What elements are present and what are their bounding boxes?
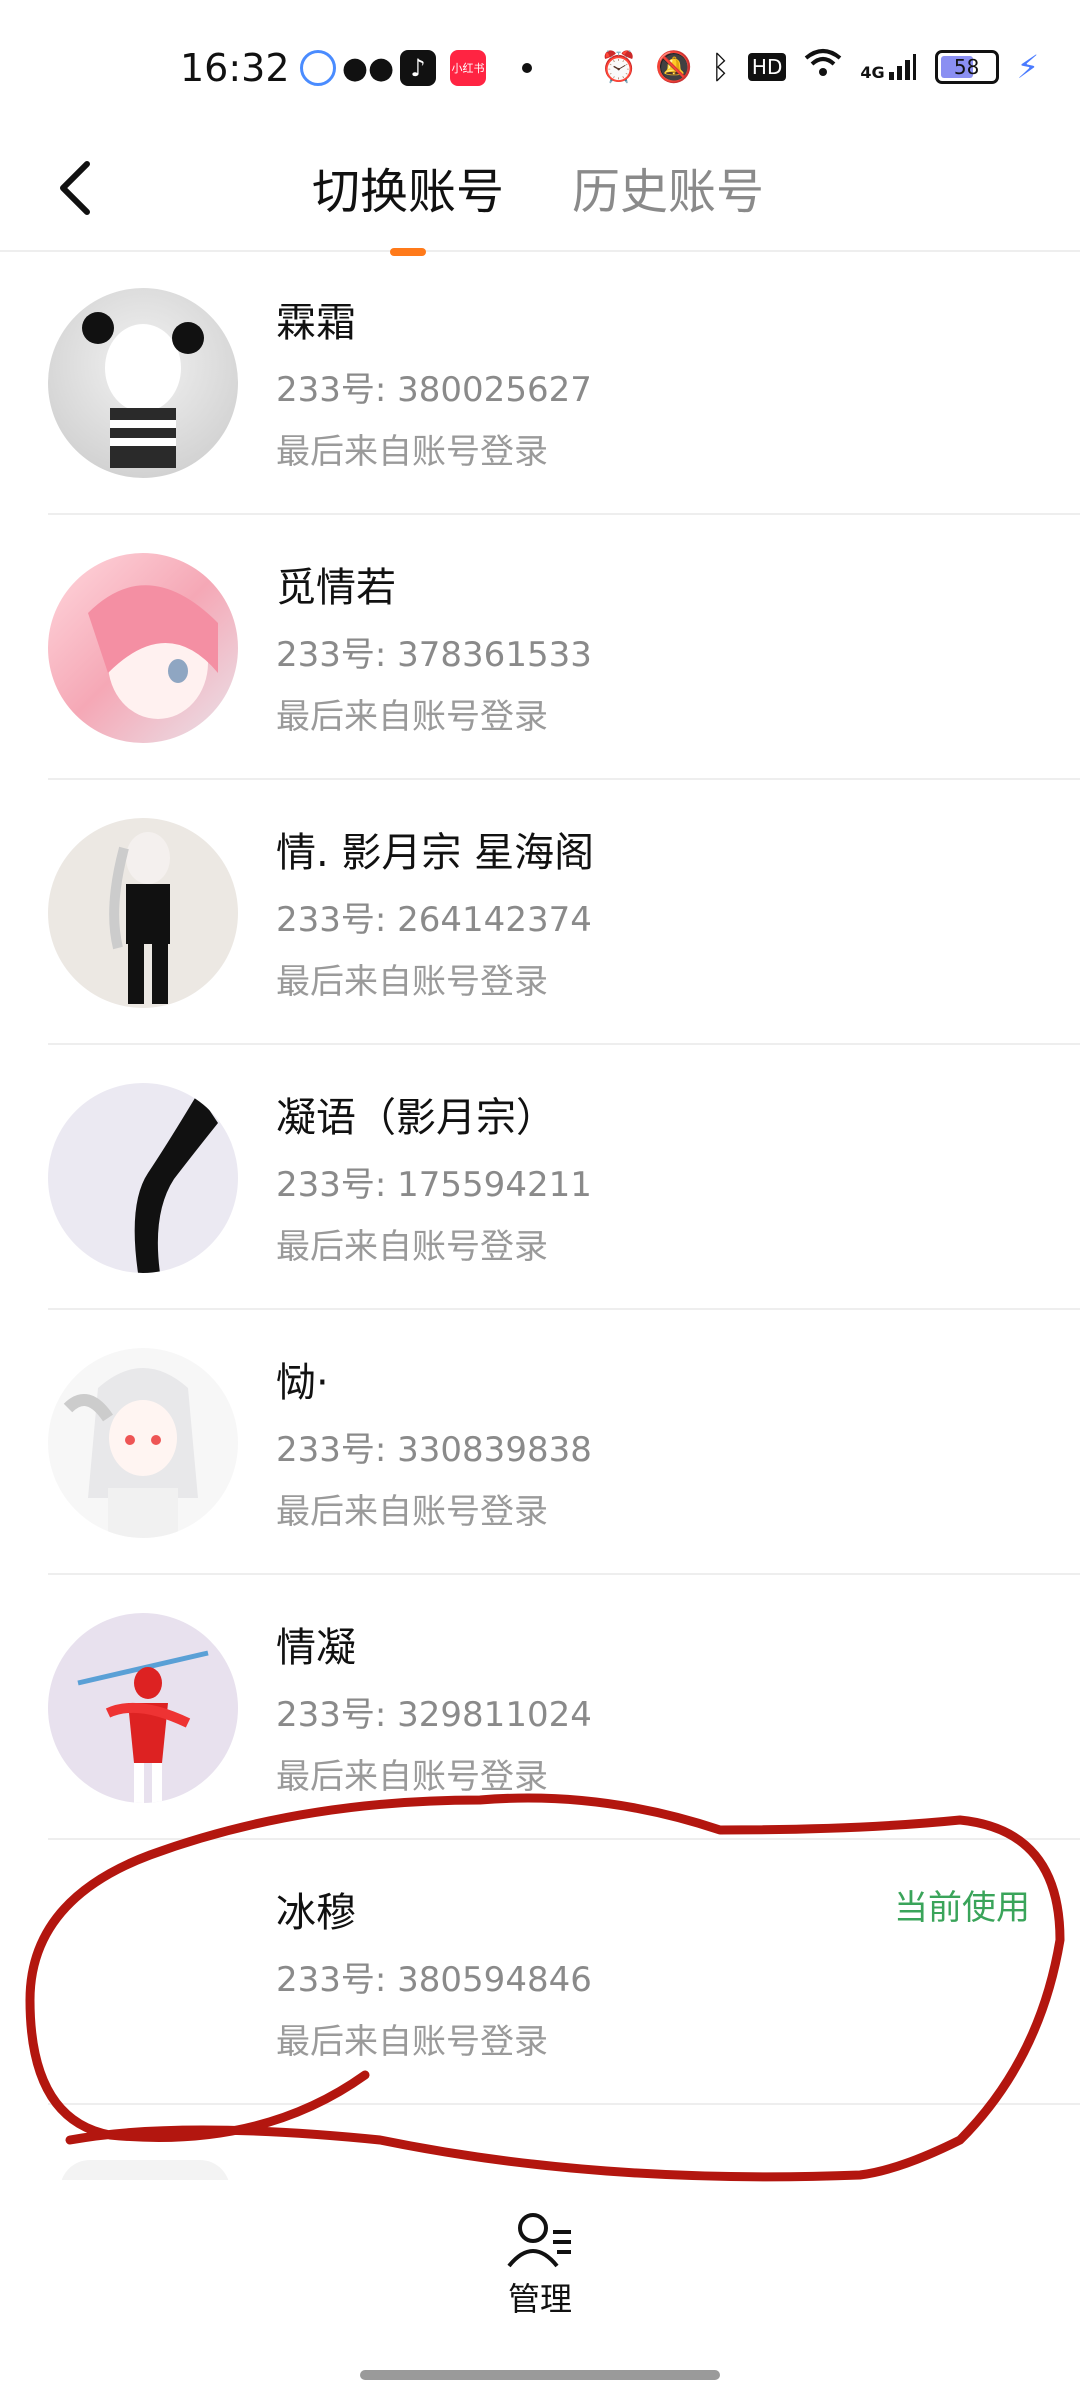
manage-button[interactable]: 管理	[470, 2210, 610, 2330]
account-tabs: 切换账号 历史账号	[312, 152, 764, 256]
tab-switch-account[interactable]: 切换账号	[312, 152, 505, 256]
battery-level: 58	[953, 55, 980, 79]
account-name: 觅情若	[276, 565, 396, 611]
account-row[interactable]: 恸· 233号: 330839838 最后来自账号登录	[0, 1310, 1080, 1575]
status-time: 16:32	[180, 46, 290, 90]
account-id: 233号: 329811024	[276, 1695, 592, 1735]
login-source: 最后来自账号登录	[276, 1492, 548, 1532]
account-name: 霖霜	[276, 300, 356, 346]
account-id: 233号: 378361533	[276, 635, 592, 675]
avatar	[48, 818, 238, 1008]
battery-icon: 58	[934, 50, 999, 84]
account-list: 霖霜 233号: 380025627 最后来自账号登录 觅情若 233号: 37…	[0, 250, 1080, 2105]
account-name: 情. 影月宗 星海阁	[276, 830, 595, 876]
back-button[interactable]	[44, 148, 104, 228]
avatar	[48, 553, 238, 743]
login-source: 最后来自账号登录	[276, 1227, 548, 1267]
login-source: 最后来自账号登录	[276, 432, 548, 472]
account-row-current[interactable]: 冰穆 233号: 380594846 最后来自账号登录 当前使用	[0, 1840, 1080, 2105]
status-bar: 16:32 ●● ♪ 小红书 ⏰ 🔕 ᛒ HD 4G 58 ⚡	[0, 0, 1080, 140]
login-source: 最后来自账号登录	[276, 962, 548, 1002]
avatar	[48, 1083, 238, 1273]
more-notifications-icon	[522, 63, 532, 73]
account-name: 情凝	[276, 1625, 356, 1671]
wifi-icon	[804, 48, 842, 86]
account-name: 凝语（影月宗）	[276, 1095, 556, 1141]
tab-history-account-label: 历史账号	[572, 164, 765, 220]
bottom-bar: 管理	[0, 2180, 1080, 2400]
chevron-left-icon	[60, 161, 90, 215]
account-row[interactable]: 情. 影月宗 星海阁 233号: 264142374 最后来自账号登录	[0, 780, 1080, 1045]
avatar	[48, 1348, 238, 1538]
account-row[interactable]: 凝语（影月宗） 233号: 175594211 最后来自账号登录	[0, 1045, 1080, 1310]
account-id: 233号: 330839838	[276, 1430, 592, 1470]
account-name: 恸·	[276, 1360, 329, 1406]
bluetooth-icon: ᛒ	[710, 48, 730, 86]
current-account-badge: 当前使用	[894, 1888, 1030, 1928]
manage-users-icon	[507, 2213, 571, 2268]
account-id: 233号: 380025627	[276, 370, 592, 410]
login-source: 最后来自账号登录	[276, 697, 548, 737]
tab-history-account[interactable]: 历史账号	[572, 152, 764, 222]
account-id: 233号: 175594211	[276, 1165, 592, 1205]
header: 切换账号 历史账号	[0, 130, 1080, 256]
account-id: 233号: 380594846	[276, 1960, 592, 2000]
account-row[interactable]: 霖霜 233号: 380025627 最后来自账号登录	[0, 250, 1080, 515]
system-status-icons: ⏰ 🔕 ᛒ HD 4G 58 ⚡	[600, 48, 1039, 86]
account-id: 233号: 264142374	[276, 900, 592, 940]
tab-switch-account-label: 切换账号	[312, 164, 505, 220]
charging-icon: ⚡	[1016, 48, 1040, 86]
alarm-icon: ⏰	[600, 49, 638, 85]
account-row[interactable]: 情凝 233号: 329811024 最后来自账号登录	[0, 1575, 1080, 1840]
manage-label: 管理	[507, 2280, 572, 2318]
account-name: 冰穆	[276, 1890, 356, 1936]
avatar	[48, 288, 238, 478]
account-row[interactable]: 觅情若 233号: 378361533 最后来自账号登录	[0, 515, 1080, 780]
wechat-icon: ●●	[341, 50, 395, 86]
notification-icons: ●● ♪ 小红书	[300, 50, 532, 86]
network-type: 4G	[860, 63, 885, 82]
tiktok-icon: ♪	[400, 50, 436, 86]
login-source: 最后来自账号登录	[276, 1757, 548, 1797]
home-indicator[interactable]	[360, 2370, 720, 2380]
avatar	[48, 1613, 238, 1803]
mute-icon: 🔕	[655, 49, 693, 85]
login-source: 最后来自账号登录	[276, 2022, 548, 2062]
qq-icon	[300, 50, 336, 86]
signal-icon: 4G	[860, 52, 916, 82]
xiaohongshu-icon: 小红书	[450, 50, 486, 86]
hd-icon: HD	[747, 53, 787, 81]
